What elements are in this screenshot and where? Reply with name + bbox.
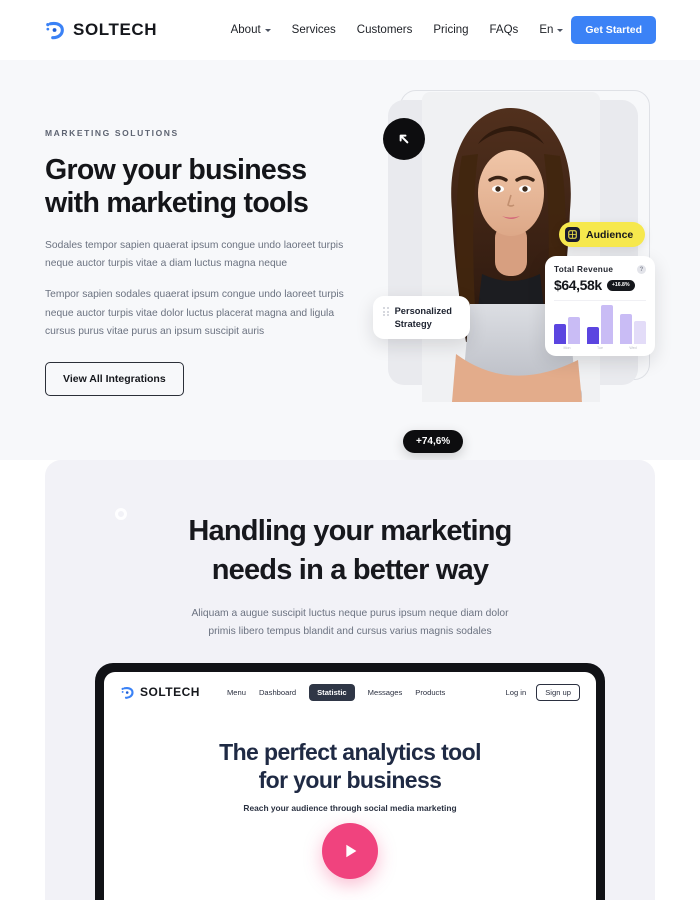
landing-page: SOLTECH About Services Customers Pricing… xyxy=(0,0,700,900)
nav-links: About Services Customers Pricing FAQs En xyxy=(231,24,564,36)
tablet-headline: The perfect analytics tool for your busi… xyxy=(104,738,596,794)
top-navbar: SOLTECH About Services Customers Pricing… xyxy=(0,0,700,60)
play-icon[interactable] xyxy=(322,823,378,879)
tablet-hero: The perfect analytics tool for your busi… xyxy=(104,738,596,813)
section-title-line-2: needs in a better way xyxy=(211,553,489,586)
bar-label-wed: Wed xyxy=(629,346,637,350)
nav-item-pricing[interactable]: Pricing xyxy=(433,24,468,36)
soltech-logo-icon xyxy=(120,685,135,700)
hero-eyebrow: MARKETING SOLUTIONS xyxy=(45,128,179,138)
bar-group-wed xyxy=(620,305,646,344)
hero-title-line-1: Grow your business xyxy=(45,154,307,186)
nav-item-customers[interactable]: Customers xyxy=(357,24,413,36)
tablet-nav-products[interactable]: Products xyxy=(415,688,445,697)
tablet-nav-dashboard[interactable]: Dashboard xyxy=(259,688,296,697)
bar-group-tue xyxy=(587,305,613,344)
tablet-screen: SOLTECH Menu Dashboard Statistic Message… xyxy=(104,672,596,900)
nav-item-faqs[interactable]: FAQs xyxy=(490,24,519,36)
tablet-nav-messages[interactable]: Messages xyxy=(368,688,403,697)
bar-mon-previous xyxy=(567,316,580,344)
personalized-strategy-label: Personalized Strategy xyxy=(395,305,452,330)
drag-grip-icon[interactable] xyxy=(383,307,389,317)
hero-copy: MARKETING SOLUTIONS Grow your business w… xyxy=(45,128,345,397)
bar-tue-previous xyxy=(600,305,613,344)
grid-square-icon xyxy=(565,227,580,242)
revenue-value-row: $64,58k +16.8% xyxy=(554,277,646,293)
nav-item-about-label: About xyxy=(230,24,261,36)
tablet-navbar: SOLTECH Menu Dashboard Statistic Message… xyxy=(104,672,596,712)
tablet-mockup: SOLTECH Menu Dashboard Statistic Message… xyxy=(95,663,605,900)
hero-paragraph-1: Sodales tempor sapien quaerat ipsum cong… xyxy=(45,239,344,270)
hero-visual: Audience Total Revenue ? $64,58k +16.8% xyxy=(370,90,660,453)
growth-chip: +74,6% xyxy=(403,430,464,453)
arrow-up-left-icon[interactable] xyxy=(383,118,425,160)
audience-badge-label: Audience xyxy=(586,228,634,241)
tablet-nav-statistic[interactable]: Statistic xyxy=(309,683,355,701)
bar-tue-current xyxy=(587,326,600,344)
revenue-change-badge: +16.8% xyxy=(606,279,635,291)
tablet-subline: Reach your audience through social media… xyxy=(243,803,457,814)
chevron-down-icon xyxy=(557,28,564,32)
bar-label-mon: Mon xyxy=(563,346,571,350)
bar-label-tue: Tue xyxy=(596,346,604,350)
tablet-brand-logo[interactable]: SOLTECH xyxy=(120,685,200,700)
section-subtitle: Aliquam a augue suscipit luctus neque pu… xyxy=(150,605,550,640)
personalized-strategy-card[interactable]: Personalized Strategy xyxy=(373,296,470,340)
nav-item-language-label: En xyxy=(539,24,554,36)
bar-wed-previous xyxy=(620,313,633,344)
ps-line-2: Strategy xyxy=(394,318,432,329)
bar-mon-current xyxy=(554,323,567,344)
tablet-nav-menu[interactable]: Menu xyxy=(227,688,246,697)
get-started-button[interactable]: Get Started xyxy=(571,16,656,44)
revenue-card-header: Total Revenue ? xyxy=(554,265,646,274)
nav-item-services[interactable]: Services xyxy=(292,24,336,36)
decorative-ring-icon xyxy=(115,508,127,520)
tablet-login-link[interactable]: Log in xyxy=(506,688,527,697)
brand-logo[interactable]: SOLTECH xyxy=(44,19,157,41)
bar-wed-baseline xyxy=(633,321,646,344)
section-subtitle-line-2: primis libero tempus blandit and cursus … xyxy=(208,625,492,637)
view-all-integrations-button[interactable]: View All Integrations xyxy=(45,362,184,397)
revenue-value: $64,58k xyxy=(554,277,602,293)
help-circle-icon[interactable]: ? xyxy=(637,265,646,274)
section-subtitle-line-1: Aliquam a augue suscipit luctus neque pu… xyxy=(191,608,509,620)
tablet-auth-actions: Log in Sign up xyxy=(506,683,580,701)
nav-item-about[interactable]: About xyxy=(231,24,271,36)
total-revenue-card: Total Revenue ? $64,58k +16.8% Mon Tue W… xyxy=(545,256,655,356)
audience-badge[interactable]: Audience xyxy=(559,222,646,247)
bar-group-mon xyxy=(554,305,580,344)
tablet-headline-line-1: The perfect analytics tool xyxy=(219,739,481,765)
section-title-line-1: Handling your marketing xyxy=(188,515,512,547)
tablet-signup-button[interactable]: Sign up xyxy=(536,683,580,701)
marketing-section: Handling your marketing needs in a bette… xyxy=(45,460,655,900)
nav-item-language[interactable]: En xyxy=(539,24,564,36)
hero-title-line-2: with marketing tools xyxy=(45,187,309,220)
tablet-brand-name: SOLTECH xyxy=(140,685,200,699)
tablet-nav-links: Menu Dashboard Statistic Messages Produc… xyxy=(227,683,445,701)
revenue-card-title: Total Revenue xyxy=(554,265,614,274)
soltech-logo-icon xyxy=(44,19,66,41)
page-title: Grow your business with marketing tools xyxy=(45,154,345,221)
revenue-bar-chart xyxy=(554,300,646,344)
section-title: Handling your marketing needs in a bette… xyxy=(120,512,580,589)
chevron-down-icon xyxy=(264,28,271,32)
hero-section: MARKETING SOLUTIONS Grow your business w… xyxy=(0,60,700,460)
tablet-headline-line-2: for your business xyxy=(258,767,442,794)
hero-paragraph-2: Tempor sapien sodales quaerat ipsum cong… xyxy=(45,289,344,337)
bar-chart-labels: Mon Tue Wed xyxy=(554,346,646,350)
ps-line-1: Personalized xyxy=(394,306,452,316)
brand-name: SOLTECH xyxy=(73,20,158,39)
